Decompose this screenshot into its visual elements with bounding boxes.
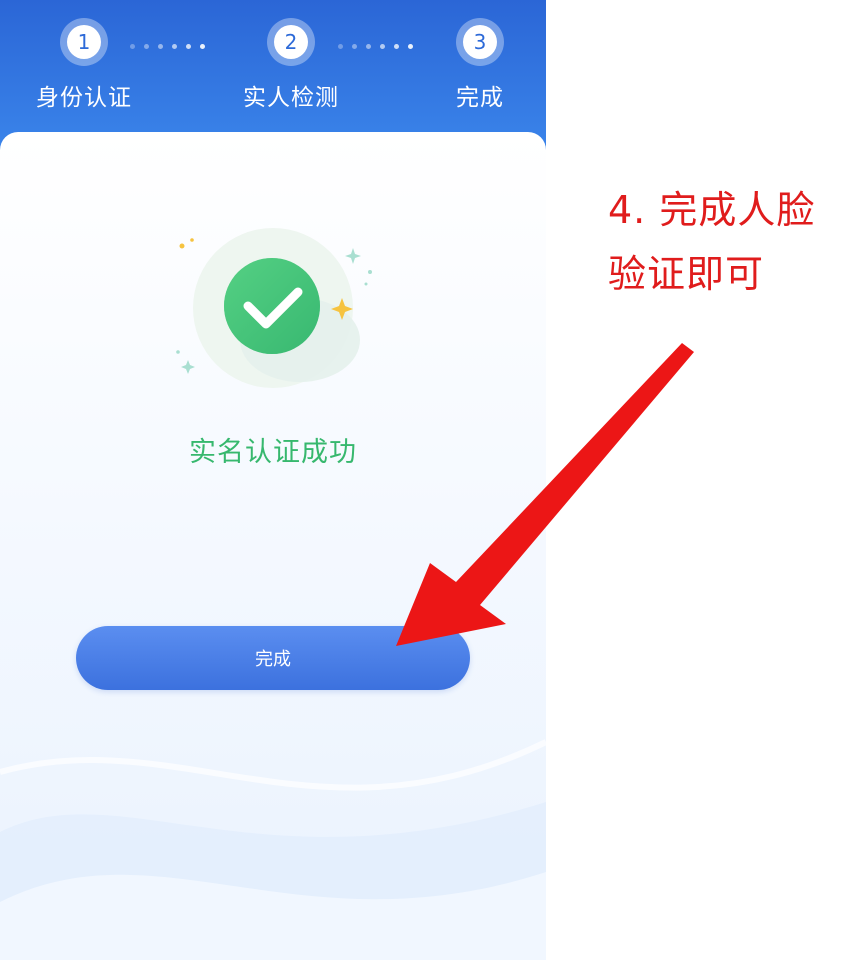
red-arrow-icon <box>396 343 694 646</box>
